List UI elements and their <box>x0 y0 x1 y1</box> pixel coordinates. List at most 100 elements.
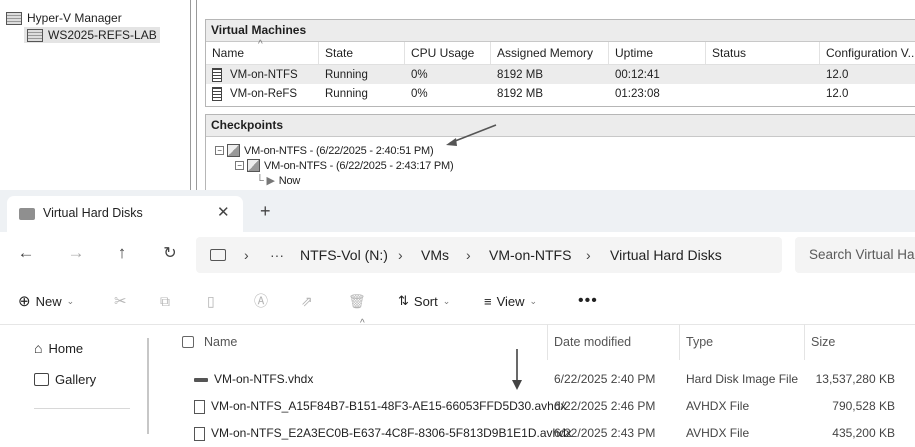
sort-icon: ⇅ <box>398 293 409 308</box>
nav-gallery[interactable]: Gallery <box>34 372 96 387</box>
hyperv-manager-icon <box>6 11 22 25</box>
navigation-pane: ⌂ Home Gallery <box>0 324 148 434</box>
checkpoint-label: VM-on-NTFS - (6/22/2025 - 2:40:51 PM) <box>244 144 434 157</box>
file-size: 13,537,280 KB <box>815 372 895 386</box>
checkpoint-now-label: Now <box>278 174 301 187</box>
close-icon[interactable]: ✕ <box>217 203 230 221</box>
file-name: VM-on-NTFS_A15F84B7-B151-48F3-AE15-66053… <box>211 399 567 413</box>
col-assigned-memory[interactable]: Assigned Memory <box>491 42 609 64</box>
pane-divider[interactable] <box>190 0 191 190</box>
checkpoint-item[interactable]: − VM-on-NTFS - (6/22/2025 - 2:40:51 PM) <box>215 144 434 157</box>
vm-row[interactable]: VM-on-ReFS Running 0% 8192 MB 01:23:08 1… <box>206 84 915 103</box>
sort-button[interactable]: ⇅ Sort ⌄ <box>398 278 450 324</box>
checkpoint-now-item[interactable]: └ ▶ Now <box>256 174 301 188</box>
vm-icon <box>212 67 222 82</box>
more-options-icon[interactable]: ••• <box>578 278 598 324</box>
breadcrumb-vm-on-ntfs[interactable]: VM-on-NTFS <box>489 232 571 278</box>
col-configuration-version[interactable]: Configuration V... <box>820 42 915 64</box>
tree-root-label: Hyper-V Manager <box>27 11 122 25</box>
checkpoint-icon <box>227 144 240 157</box>
col-header-date-modified[interactable]: Date modified <box>548 324 680 360</box>
collapse-icon[interactable]: − <box>235 161 244 170</box>
cut-icon[interactable]: ✂ <box>114 278 127 324</box>
vm-cpu: 0% <box>411 68 428 81</box>
file-date: 6/22/2025 2:46 PM <box>554 399 656 413</box>
share-icon[interactable]: ⇗ <box>301 278 313 324</box>
tab-virtual-hard-disks[interactable]: Virtual Hard Disks ✕ <box>7 196 243 232</box>
col-uptime[interactable]: Uptime <box>609 42 706 64</box>
chevron-right-icon: › <box>244 247 249 263</box>
file-row[interactable]: VM-on-NTFS_A15F84B7-B151-48F3-AE15-66053… <box>170 393 915 420</box>
vm-row[interactable]: VM-on-NTFS Running 0% 8192 MB 00:12:41 1… <box>206 65 915 84</box>
col-header-size[interactable]: Size <box>805 324 915 360</box>
nav-gallery-label: Gallery <box>55 372 97 387</box>
tree-server-label: WS2025-REFS-LAB <box>48 28 157 42</box>
col-state[interactable]: State <box>319 42 405 64</box>
checkpoints-title: Checkpoints <box>206 115 915 137</box>
col-header-type[interactable]: Type <box>680 324 805 360</box>
breadcrumb-virtual-hard-disks[interactable]: Virtual Hard Disks <box>610 232 722 278</box>
file-type: Hard Disk Image File <box>686 372 799 386</box>
vm-cpu: 0% <box>411 87 428 100</box>
more-ellipsis-icon[interactable]: ··· <box>270 232 284 278</box>
chevron-right-icon: › <box>466 247 471 263</box>
vm-uptime: 00:12:41 <box>615 68 660 81</box>
vm-panel-title: Virtual Machines <box>206 20 915 42</box>
vm-status <box>706 65 820 84</box>
breadcrumb-ntfs-vol[interactable]: NTFS-Vol (N:) <box>300 232 388 278</box>
nav-pane-divider[interactable] <box>147 338 149 434</box>
tab-title: Virtual Hard Disks <box>43 206 143 220</box>
col-status[interactable]: Status <box>706 42 820 64</box>
checkpoint-icon <box>247 159 260 172</box>
vm-status <box>706 84 820 103</box>
file-date: 6/22/2025 2:40 PM <box>554 372 656 386</box>
address-bar: ← → ↑ ↻ › ··· NTFS-Vol (N:) › VMs › VM-o… <box>0 232 915 278</box>
vhd-icon <box>194 377 208 382</box>
nav-separator <box>34 408 130 409</box>
gallery-icon <box>34 373 49 386</box>
new-tab-plus-icon[interactable]: + <box>260 201 271 222</box>
new-button[interactable]: ⊕ New ⌄ <box>18 278 74 324</box>
command-bar: ⊕ New ⌄ ✂ ⧉ ▯ Ⓐ ⇗ 🗑 ⇅ Sort ⌄ ≡ View ⌄ ••… <box>0 278 915 325</box>
vm-uptime: 01:23:08 <box>615 87 660 100</box>
search-placeholder: Search Virtual Ha <box>809 247 915 262</box>
rename-icon[interactable]: Ⓐ <box>254 278 268 324</box>
refresh-icon[interactable]: ↻ <box>158 243 182 263</box>
view-lines-icon: ≡ <box>484 293 492 309</box>
vm-memory: 8192 MB <box>497 87 544 100</box>
sort-ascending-icon: ^ <box>258 39 263 50</box>
view-button[interactable]: ≡ View ⌄ <box>484 278 537 324</box>
nav-home-label: Home <box>48 340 84 356</box>
col-cpu-usage[interactable]: CPU Usage <box>405 42 491 64</box>
tree-root-hyperv-manager[interactable]: Hyper-V Manager <box>6 11 122 25</box>
breadcrumb-vms[interactable]: VMs <box>421 232 449 278</box>
home-icon: ⌂ <box>34 340 43 356</box>
hyperv-manager-window: Hyper-V Manager WS2025-REFS-LAB Virtual … <box>0 0 915 191</box>
search-input[interactable]: Search Virtual Ha <box>795 237 915 273</box>
play-icon: └ ▶ <box>256 175 275 187</box>
sort-button-label: Sort <box>413 293 438 309</box>
vm-state: Running <box>325 68 368 81</box>
annotation-arrow-icon <box>446 124 497 146</box>
collapse-icon[interactable]: − <box>215 146 224 155</box>
file-size: 790,528 KB <box>832 399 895 413</box>
col-header-name[interactable]: Name <box>198 324 548 360</box>
tree-server-node[interactable]: WS2025-REFS-LAB <box>24 27 160 43</box>
plus-circle-icon: ⊕ <box>18 293 31 310</box>
forward-arrow-icon[interactable]: → <box>64 243 88 263</box>
checkpoint-item[interactable]: − VM-on-NTFS - (6/22/2025 - 2:43:17 PM) <box>235 159 454 172</box>
nav-home[interactable]: ⌂ Home <box>34 340 83 356</box>
path-field[interactable]: › ··· NTFS-Vol (N:) › VMs › VM-on-NTFS ›… <box>196 237 782 273</box>
paste-icon[interactable]: ▯ <box>207 278 215 324</box>
file-row[interactable]: VM-on-NTFS.vhdx 6/22/2025 2:40 PM Hard D… <box>170 366 915 393</box>
checkpoint-label: VM-on-NTFS - (6/22/2025 - 2:43:17 PM) <box>264 159 454 172</box>
file-name: VM-on-NTFS.vhdx <box>214 372 314 386</box>
virtual-machines-panel: Virtual Machines Name State CPU Usage As… <box>205 19 915 107</box>
copy-icon[interactable]: ⧉ <box>160 278 170 324</box>
chevron-right-icon: › <box>398 247 403 263</box>
up-arrow-icon[interactable]: ↑ <box>110 243 134 263</box>
chevron-down-icon: ⌄ <box>66 295 75 306</box>
back-arrow-icon[interactable]: ← <box>14 243 38 263</box>
select-all-checkbox[interactable] <box>182 336 194 348</box>
annotation-arrow-icon <box>512 349 522 390</box>
